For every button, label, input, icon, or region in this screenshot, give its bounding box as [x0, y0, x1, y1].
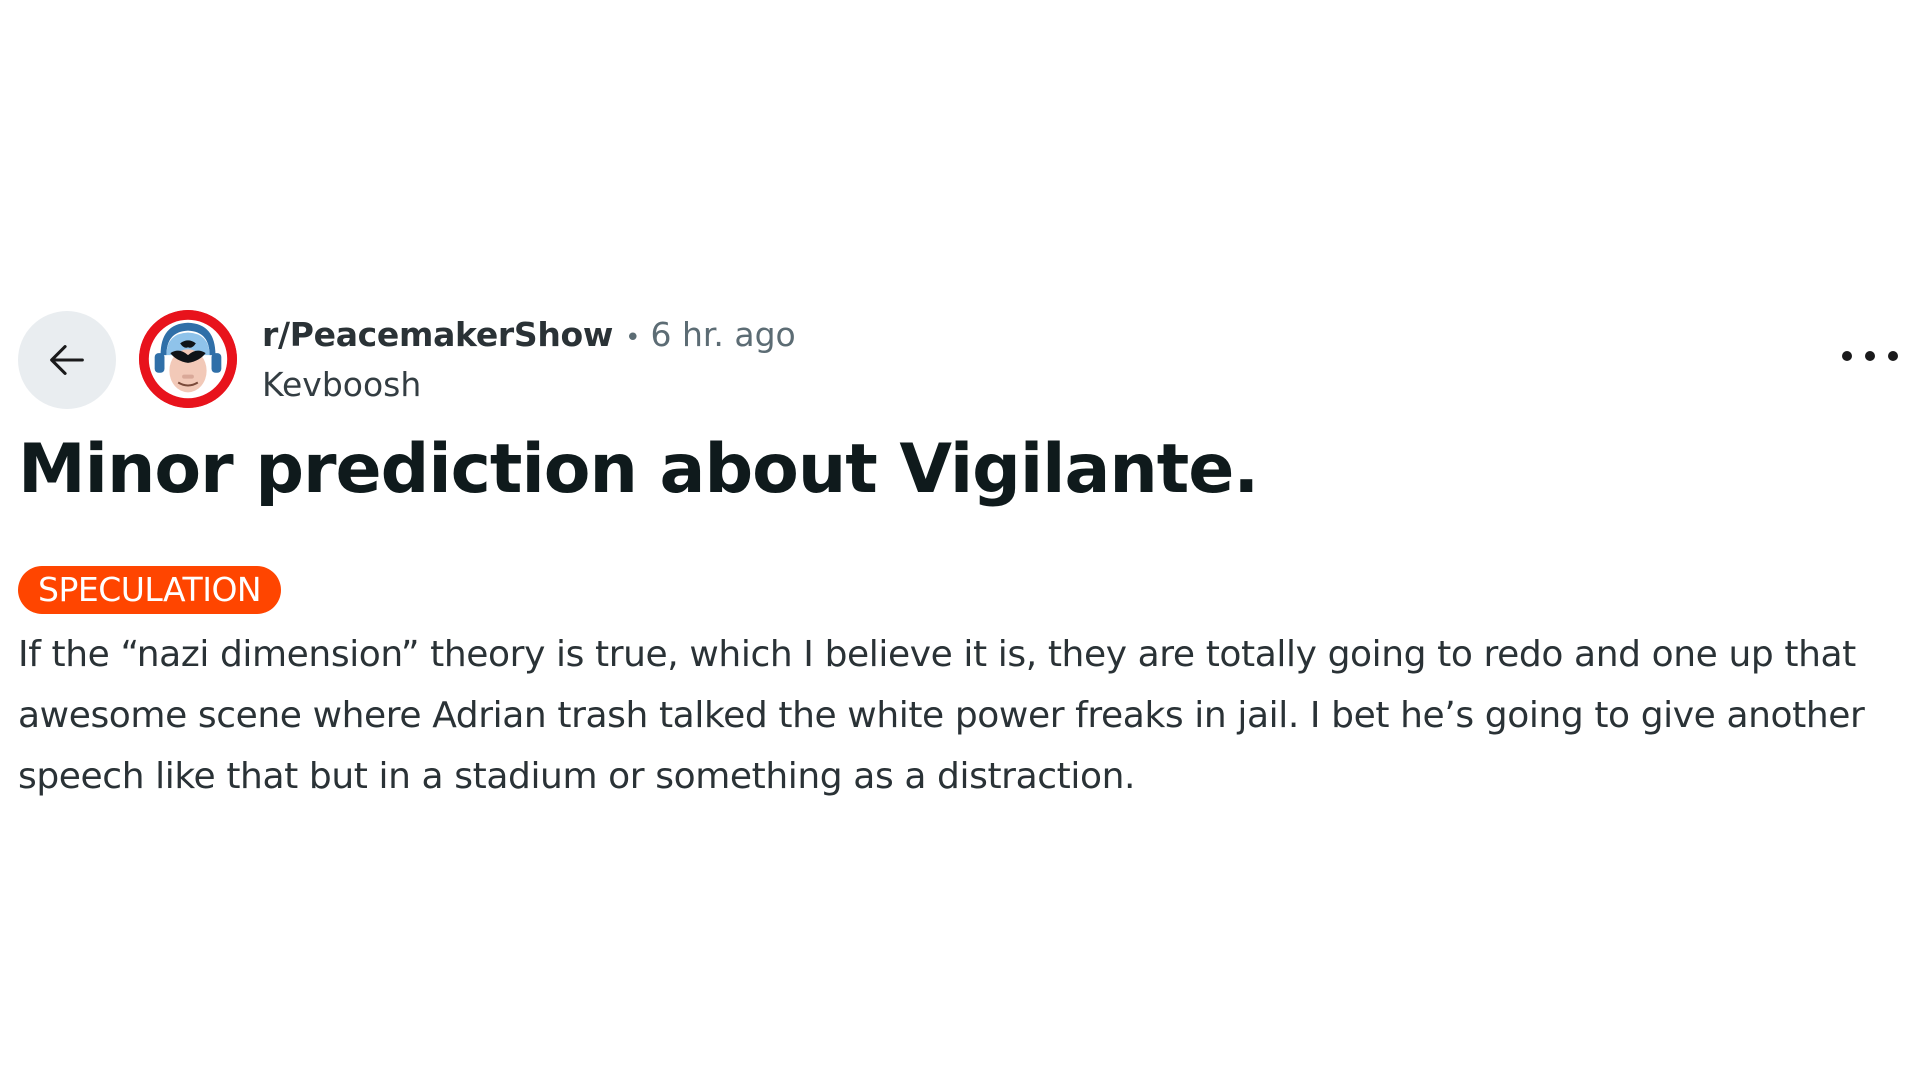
post-title: Minor prediction about Vigilante.	[18, 430, 1259, 509]
back-button[interactable]	[18, 311, 116, 409]
subreddit-avatar[interactable]	[139, 310, 237, 408]
post-flair[interactable]: SPECULATION	[18, 566, 282, 614]
more-horizontal-icon	[1888, 351, 1898, 361]
more-horizontal-icon	[1865, 351, 1875, 361]
arrow-left-icon	[50, 345, 84, 375]
more-options-button[interactable]	[1842, 336, 1898, 376]
post-header: r/PeacemakerShow • 6 hr. ago Kevboosh	[18, 308, 1902, 409]
author-link[interactable]: Kevboosh	[262, 364, 1262, 406]
more-horizontal-icon	[1842, 351, 1852, 361]
meta-line: r/PeacemakerShow • 6 hr. ago	[262, 314, 1262, 359]
post-timestamp: 6 hr. ago	[650, 315, 796, 354]
post-meta: r/PeacemakerShow • 6 hr. ago Kevboosh	[262, 314, 1262, 406]
post-body: If the “nazi dimension” theory is true, …	[18, 634, 1865, 797]
subreddit-link[interactable]: r/PeacemakerShow	[262, 314, 613, 356]
meta-separator: •	[625, 323, 641, 353]
post-view: r/PeacemakerShow • 6 hr. ago Kevboosh Mi…	[0, 0, 1920, 1080]
peacemaker-helmet-icon	[139, 310, 237, 408]
